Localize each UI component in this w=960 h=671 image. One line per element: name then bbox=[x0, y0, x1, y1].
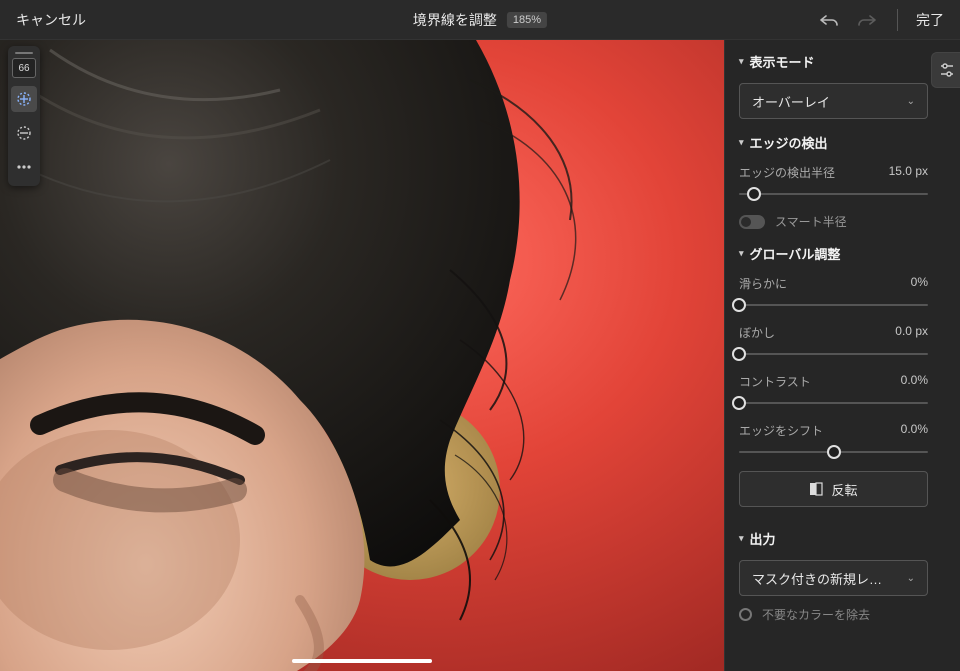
chevron-down-icon: ▾ bbox=[739, 137, 744, 148]
section-title: 表示モード bbox=[750, 52, 815, 71]
canvas-preview[interactable] bbox=[0, 40, 724, 671]
home-indicator bbox=[292, 659, 432, 663]
panel-settings-icon[interactable] bbox=[931, 52, 960, 88]
done-button[interactable]: 完了 bbox=[916, 10, 944, 30]
section-title: 出力 bbox=[750, 529, 776, 548]
decontaminate-label: 不要なカラーを除去 bbox=[762, 606, 870, 623]
undo-icon-button[interactable] bbox=[817, 8, 841, 32]
tool-refine-brush[interactable] bbox=[11, 86, 37, 112]
section-title: グローバル調整 bbox=[750, 244, 841, 263]
contrast-label: コントラスト bbox=[739, 373, 811, 390]
brush-indicator-line bbox=[15, 52, 33, 54]
section-edge-detection: ▾ エッジの検出 エッジの検出半径 15.0 px スマート半径 bbox=[739, 133, 946, 230]
dialog-title: 境界線を調整 bbox=[413, 10, 497, 30]
shift-edge-slider[interactable] bbox=[739, 443, 928, 461]
feather-label: ぼかし bbox=[739, 324, 775, 341]
smooth-value: 0% bbox=[911, 275, 928, 292]
invert-icon bbox=[809, 482, 823, 496]
chevron-down-icon: ▾ bbox=[739, 248, 744, 259]
section-header-view-mode[interactable]: ▾ 表示モード bbox=[739, 52, 928, 71]
redo-icon-button bbox=[855, 8, 879, 32]
smooth-label: 滑らかに bbox=[739, 275, 787, 292]
topbar-center: 境界線を調整 185% bbox=[413, 10, 547, 30]
invert-button[interactable]: 反転 bbox=[739, 471, 928, 507]
feather-slider[interactable] bbox=[739, 345, 928, 363]
edge-radius-value: 15.0 px bbox=[889, 164, 928, 181]
dropdown-value: マスク付きの新規レ… bbox=[752, 569, 882, 588]
zoom-chip[interactable]: 185% bbox=[507, 12, 547, 28]
section-view-mode: ▾ 表示モード オーバーレイ ⌄ bbox=[739, 52, 946, 119]
tool-more-icon[interactable] bbox=[11, 154, 37, 180]
right-panel: ▾ 表示モード オーバーレイ ⌄ ▾ エッジの検出 エッジの検出半径 15.0 … bbox=[724, 40, 960, 671]
shift-edge-value: 0.0% bbox=[901, 422, 928, 439]
left-toolbar: 66 bbox=[8, 46, 40, 186]
chevron-down-icon: ▾ bbox=[739, 56, 744, 67]
chevron-down-icon: ▾ bbox=[739, 533, 744, 544]
contrast-value: 0.0% bbox=[901, 373, 928, 390]
brush-size-field[interactable]: 66 bbox=[12, 58, 36, 78]
section-header-output[interactable]: ▾ 出力 bbox=[739, 529, 928, 548]
section-output: ▾ 出力 マスク付きの新規レ… ⌄ 不要なカラーを除去 bbox=[739, 529, 946, 623]
chevron-down-icon: ⌄ bbox=[907, 573, 915, 584]
section-header-global-adjustments[interactable]: ▾ グローバル調整 bbox=[739, 244, 928, 263]
smooth-slider[interactable] bbox=[739, 296, 928, 314]
invert-label: 反転 bbox=[831, 480, 857, 499]
output-dropdown[interactable]: マスク付きの新規レ… ⌄ bbox=[739, 560, 928, 596]
smart-radius-label: スマート半径 bbox=[775, 213, 847, 230]
tool-erase-refinement[interactable] bbox=[11, 120, 37, 146]
decontaminate-radio[interactable] bbox=[739, 608, 752, 621]
shift-edge-label: エッジをシフト bbox=[739, 422, 823, 439]
edge-radius-label: エッジの検出半径 bbox=[739, 164, 835, 181]
contrast-slider[interactable] bbox=[739, 394, 928, 412]
section-title: エッジの検出 bbox=[750, 133, 828, 152]
view-mode-dropdown[interactable]: オーバーレイ ⌄ bbox=[739, 83, 928, 119]
section-header-edge-detection[interactable]: ▾ エッジの検出 bbox=[739, 133, 928, 152]
smart-radius-toggle[interactable] bbox=[739, 215, 765, 229]
preview-image bbox=[0, 40, 724, 671]
edge-radius-slider[interactable] bbox=[739, 185, 928, 203]
divider bbox=[897, 9, 898, 31]
dropdown-value: オーバーレイ bbox=[752, 92, 830, 111]
main-area: 66 bbox=[0, 40, 960, 671]
cancel-button[interactable]: キャンセル bbox=[16, 12, 86, 28]
feather-value: 0.0 px bbox=[895, 324, 928, 341]
section-global-adjustments: ▾ グローバル調整 滑らかに 0% ぼかし 0.0 px コントラスト 0.0% bbox=[739, 244, 946, 515]
top-bar: キャンセル 境界線を調整 185% 完了 bbox=[0, 0, 960, 40]
chevron-down-icon: ⌄ bbox=[907, 96, 915, 107]
